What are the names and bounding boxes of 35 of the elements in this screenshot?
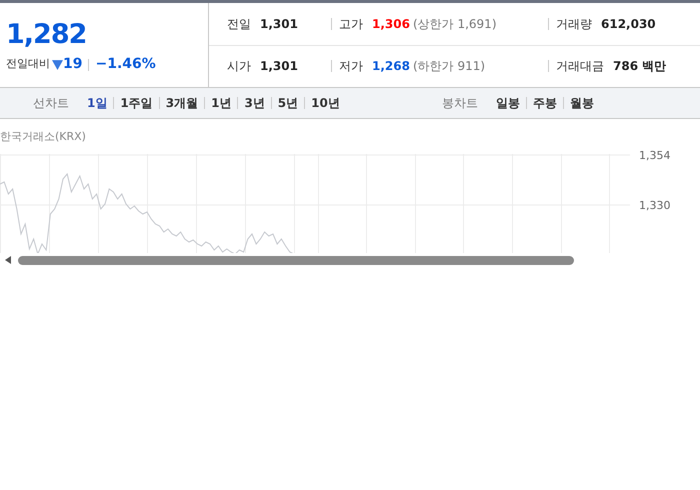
stat-note: (상한가 1,691)	[412, 16, 496, 33]
stat-label: 전일	[227, 16, 251, 33]
stat-value: 612,030	[601, 16, 656, 33]
stat-note: (하한가 911)	[412, 58, 486, 76]
stat-label: 거래량	[556, 16, 592, 33]
current-price: 1,282	[6, 18, 88, 52]
chart-type-label: 선차트	[33, 95, 69, 112]
period-tab[interactable]: 1주일	[114, 94, 159, 112]
change-rate: −1.46%	[95, 55, 156, 74]
stat-value: 1,301	[260, 58, 298, 76]
change-label: 전일대비	[6, 56, 50, 72]
y-axis-label: 1,330	[639, 198, 670, 214]
y-axis-label: 1,354	[639, 148, 670, 164]
period-tab[interactable]: 일봉	[490, 94, 526, 112]
period-tab[interactable]: 3개월	[160, 94, 204, 112]
chart-type-label: 봉차트	[442, 95, 478, 112]
period-tab[interactable]: 5년	[272, 94, 304, 112]
stat-value: 1,306	[372, 16, 410, 33]
period-tab[interactable]: 3년	[238, 94, 271, 112]
horizontal-scrollbar-thumb[interactable]	[18, 256, 574, 264]
period-tab[interactable]: 주봉	[527, 94, 563, 112]
scroll-left-icon[interactable]	[5, 256, 11, 264]
stat-value: 1,268	[372, 58, 410, 76]
stat-label: 저가	[339, 58, 363, 76]
stat-label: 시가	[227, 58, 251, 76]
period-tab[interactable]: 1일	[81, 94, 114, 112]
stat-value: 1,301	[260, 16, 298, 33]
source-label: 한국거래소(KRX)	[0, 129, 86, 145]
change-amount: 19	[63, 55, 82, 74]
stat-label: 거래대금	[556, 58, 604, 76]
stat-value: 786 백만	[613, 58, 666, 76]
period-tab[interactable]: 10년	[305, 94, 346, 112]
period-tab[interactable]: 1년	[205, 94, 238, 112]
stat-label: 고가	[339, 16, 363, 33]
period-tab[interactable]: 월봉	[564, 94, 600, 112]
